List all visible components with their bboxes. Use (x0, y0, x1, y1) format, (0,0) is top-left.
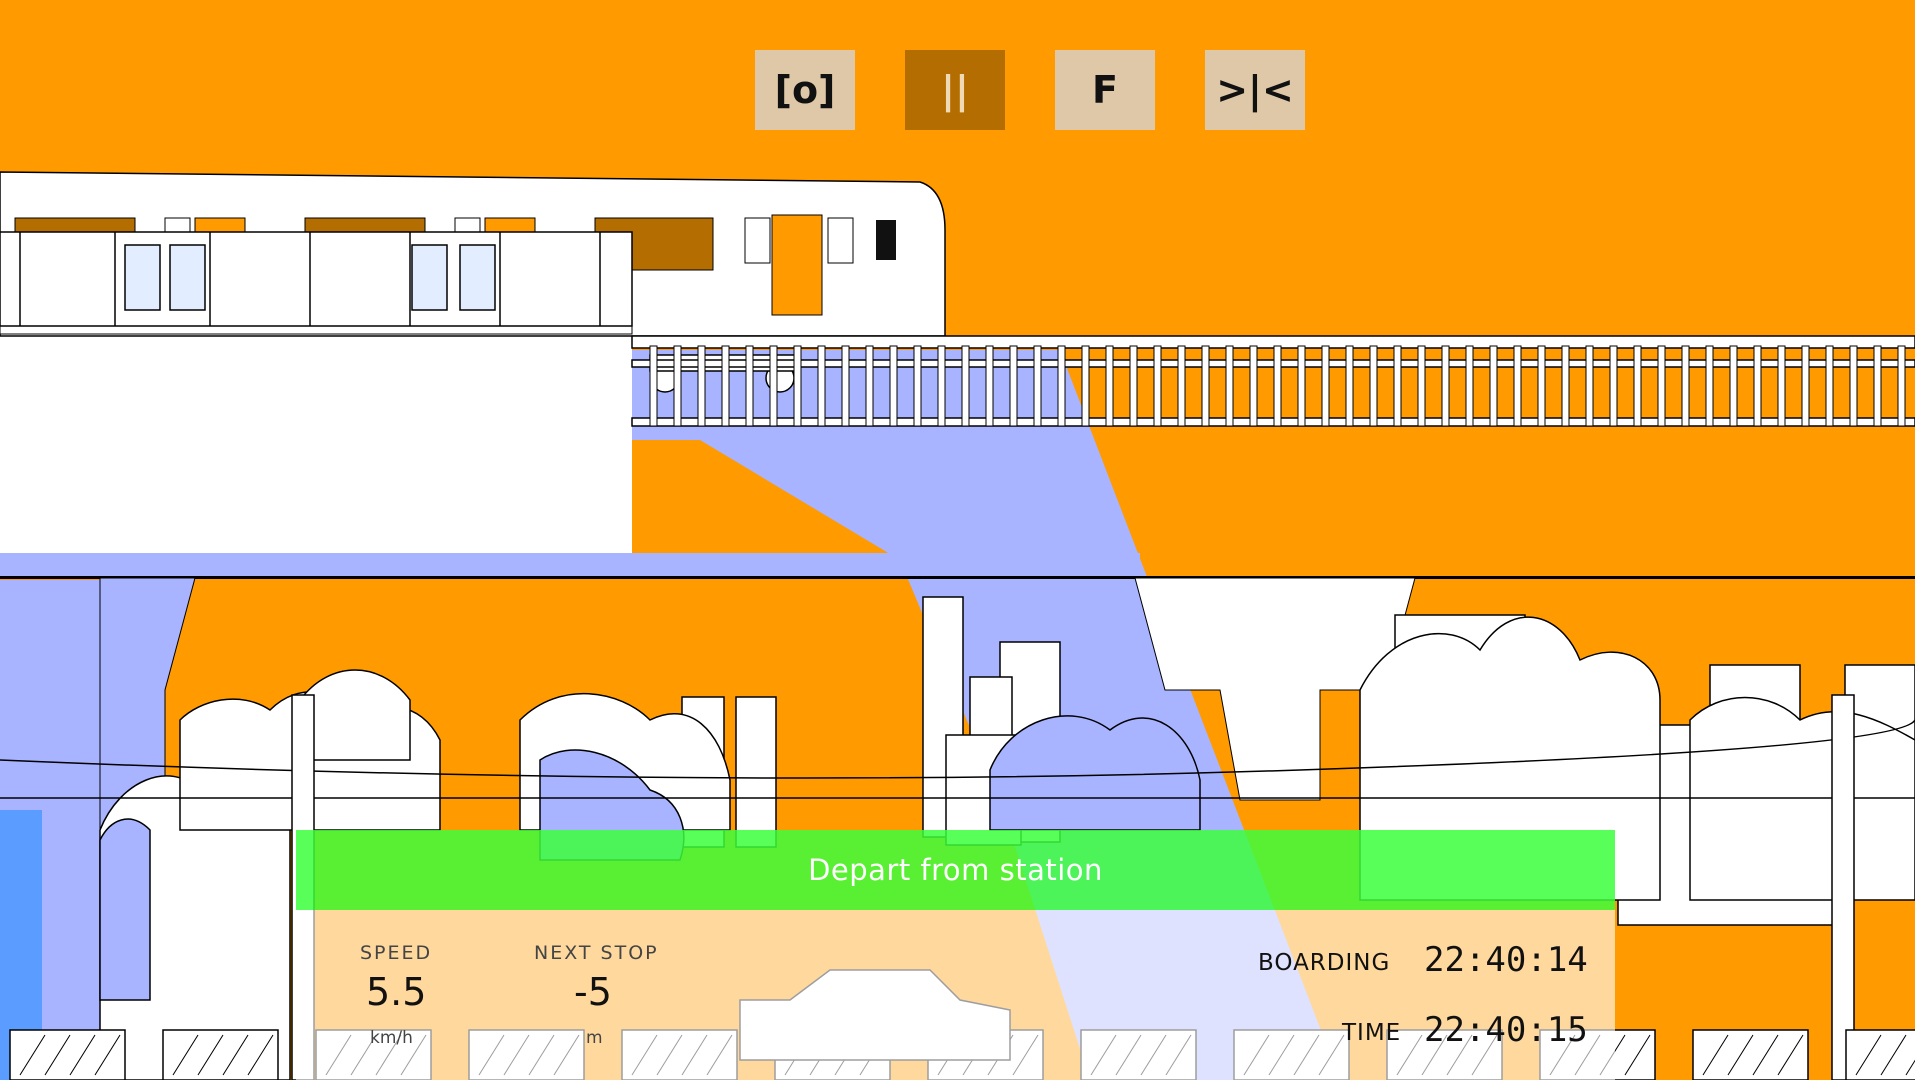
fence-post (1705, 345, 1714, 427)
fence-post (1321, 345, 1330, 427)
fence-post (1753, 345, 1762, 427)
fence-post (1009, 345, 1018, 427)
fence-post (1033, 345, 1042, 427)
fence-post (1201, 345, 1210, 427)
camera-button[interactable]: [o] (755, 50, 855, 130)
boarding-time: 22:40:14 (1424, 940, 1588, 980)
fence-post (697, 345, 706, 427)
fence-post (1561, 345, 1570, 427)
fence-post (1153, 345, 1162, 427)
fence-post (1177, 345, 1186, 427)
fence-post (817, 345, 826, 427)
pause-button[interactable]: || (905, 50, 1005, 130)
fence-post (1417, 345, 1426, 427)
fence-post (1777, 345, 1786, 427)
fence-post (721, 345, 730, 427)
depart-button-label: Depart from station (808, 853, 1103, 887)
speed-unit: km/h (370, 1028, 413, 1048)
fence-post (1249, 345, 1258, 427)
fence-post (1465, 345, 1474, 427)
depart-button[interactable]: Depart from station (296, 830, 1615, 910)
fence-post (1489, 345, 1498, 427)
speed-value: 5.5 (366, 970, 427, 1014)
catenary-mast-right (1831, 694, 1855, 1080)
fence-post (985, 345, 994, 427)
hud-panel: SPEED 5.5 km/h NEXT STOP -5 m BOARDING 2… (296, 910, 1615, 1080)
fence-post (1849, 345, 1858, 427)
fence-post (1297, 345, 1306, 427)
forward-button[interactable]: F (1055, 50, 1155, 130)
fence-post (1585, 345, 1594, 427)
platform-shelter (0, 231, 633, 327)
fence-post (1873, 345, 1882, 427)
fence-post (913, 345, 922, 427)
fence-post (769, 345, 778, 427)
fence-post (1393, 345, 1402, 427)
platform-block (0, 325, 632, 553)
fence-post (1729, 345, 1738, 427)
fence-post (1657, 345, 1666, 427)
fence-post (1633, 345, 1642, 427)
fence-post (1441, 345, 1450, 427)
fence-post (1273, 345, 1282, 427)
fence-post (961, 345, 970, 427)
viaduct-deck (0, 576, 1915, 579)
fence-post (793, 345, 802, 427)
fence-post (1225, 345, 1234, 427)
fence-post (649, 345, 658, 427)
time-label: TIME (1342, 1020, 1402, 1046)
fence-post (673, 345, 682, 427)
platform-underside (0, 553, 1140, 578)
fence-post (865, 345, 874, 427)
fence-post (1681, 345, 1690, 427)
fence-post (1105, 345, 1114, 427)
fence-post (1825, 345, 1834, 427)
couple-button[interactable]: >|< (1205, 50, 1305, 130)
fence-post (889, 345, 898, 427)
next-stop-label: NEXT STOP (534, 942, 659, 964)
fence-post (1369, 345, 1378, 427)
fence-post (1609, 345, 1618, 427)
fence-post (1345, 345, 1354, 427)
fence-post (1897, 345, 1906, 427)
fence-post (841, 345, 850, 427)
fence-post (1537, 345, 1546, 427)
fence-post (745, 345, 754, 427)
next-stop-unit: m (586, 1028, 603, 1048)
fence-post (1513, 345, 1522, 427)
boarding-label: BOARDING (1258, 950, 1391, 976)
speed-label: SPEED (360, 942, 433, 964)
fence-post (1129, 345, 1138, 427)
fence-post (1081, 345, 1090, 427)
fence-post (937, 345, 946, 427)
fence-post (1057, 345, 1066, 427)
next-stop-value: -5 (574, 970, 612, 1014)
fence-post (1801, 345, 1810, 427)
time-value: 22:40:15 (1424, 1010, 1588, 1050)
